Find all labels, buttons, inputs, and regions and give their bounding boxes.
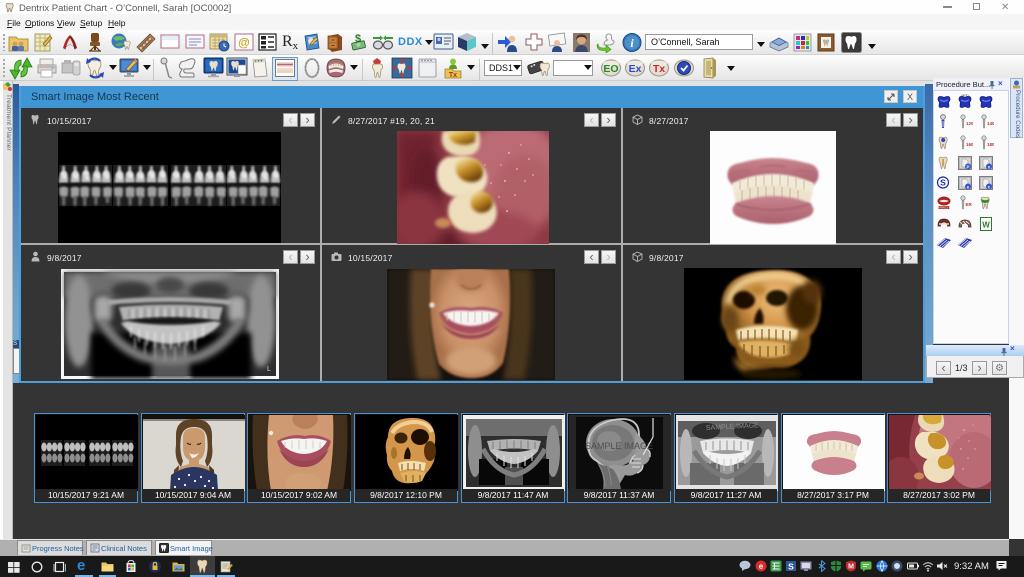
svg-text:120: 120 [966,121,973,126]
svg-text:M: M [848,564,854,571]
svg-text:S: S [940,178,946,188]
svg-text:Tx: Tx [653,63,665,75]
svg-text:S: S [788,562,794,572]
svg-text:ER: ER [966,202,973,207]
svg-text:MOD: MOD [962,94,970,98]
svg-text:L: L [267,366,271,373]
svg-text:P: P [966,164,969,169]
svg-text:160: 160 [966,142,973,147]
svg-text:140: 140 [987,121,994,126]
svg-text:EO: EO [603,63,618,75]
svg-text:Tx: Tx [449,72,457,79]
svg-text:@: @ [238,36,250,50]
svg-text:180: 180 [987,142,994,147]
svg-text:Ex: Ex [629,63,642,75]
svg-text:SAMPLE IMAGE: SAMPLE IMAGE [585,441,653,451]
svg-text:W: W [982,221,990,230]
svg-text:e: e [759,562,764,571]
svg-text:ARREST: ARREST [938,206,950,210]
